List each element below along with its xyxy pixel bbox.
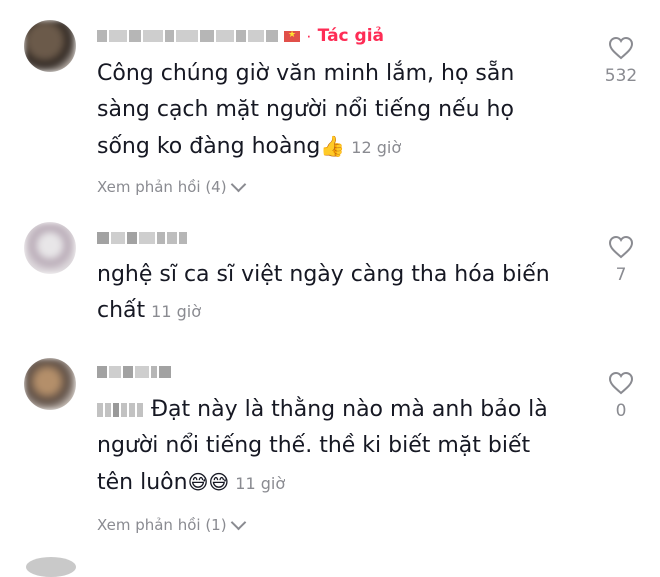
chevron-down-icon xyxy=(230,514,246,530)
comment-text: Đạt này là thằng nào mà anh bảo là người… xyxy=(97,397,548,495)
mention-blurred[interactable] xyxy=(97,403,143,417)
like-count: 7 xyxy=(615,265,627,285)
avatar[interactable] xyxy=(24,358,76,410)
heart-outline-icon xyxy=(608,36,634,60)
comment-text: Công chúng giờ văn minh lắm, họ sẵn sàng… xyxy=(97,61,515,159)
author-badge: Tác giả xyxy=(317,26,385,46)
avatar[interactable] xyxy=(24,20,76,72)
username-blurred[interactable] xyxy=(97,230,187,246)
comment-time: 12 giờ xyxy=(351,138,402,157)
vietnam-flag-icon xyxy=(284,29,300,42)
like-count: 0 xyxy=(615,401,627,421)
comment-text: nghệ sĩ ca sĩ việt ngày càng tha hóa biế… xyxy=(97,262,550,323)
sweat-smile-emoji: 😅😅 xyxy=(187,470,230,494)
thumbs-up-emoji: 👍 xyxy=(320,134,346,158)
like-button[interactable]: 532 xyxy=(591,36,651,86)
username-blurred[interactable] xyxy=(97,364,171,380)
comment-time: 11 giờ xyxy=(235,474,286,493)
view-replies-button[interactable]: Xem phản hồi (4) xyxy=(97,176,246,196)
like-button[interactable]: 7 xyxy=(591,235,651,285)
avatar[interactable] xyxy=(24,222,76,274)
like-count: 532 xyxy=(604,66,638,86)
comment-time: 11 giờ xyxy=(151,302,201,321)
avatar[interactable] xyxy=(26,557,76,577)
view-replies-button[interactable]: Xem phản hồi (1) xyxy=(97,514,246,534)
heart-outline-icon xyxy=(608,371,634,395)
heart-outline-icon xyxy=(608,235,634,259)
separator-dot: · xyxy=(306,26,312,45)
username-blurred[interactable]: · Tác giả xyxy=(97,26,385,46)
chevron-down-icon xyxy=(230,176,246,192)
like-button[interactable]: 0 xyxy=(591,371,651,421)
